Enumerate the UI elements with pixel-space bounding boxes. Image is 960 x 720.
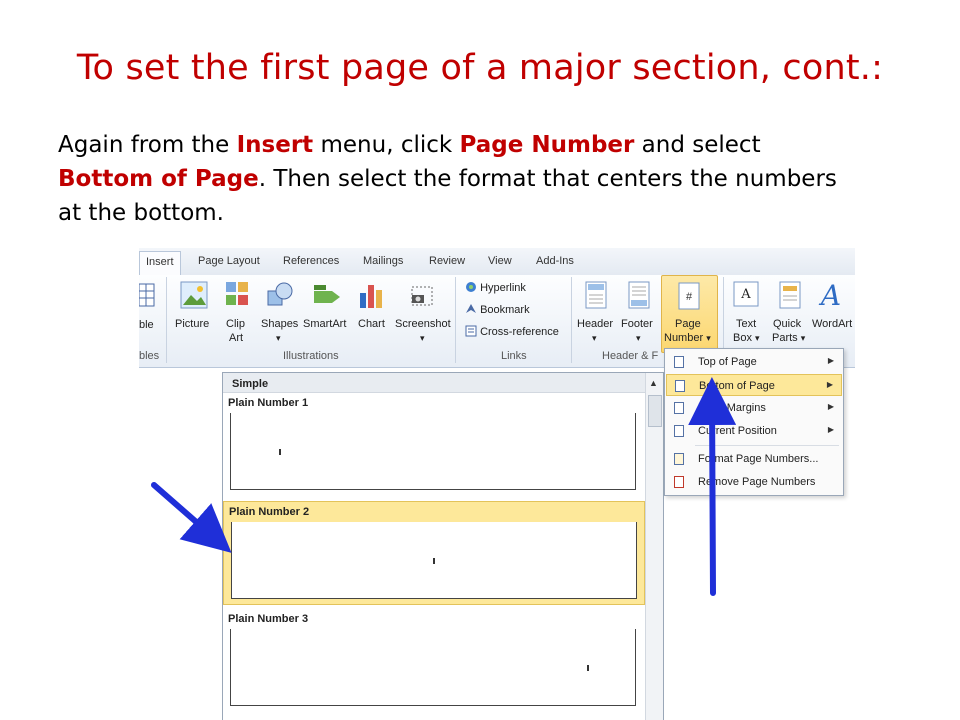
arrow-to-bottom-of-page xyxy=(688,377,737,596)
arrow-to-plain-number-2 xyxy=(151,482,232,553)
annotation-arrows xyxy=(151,377,737,596)
